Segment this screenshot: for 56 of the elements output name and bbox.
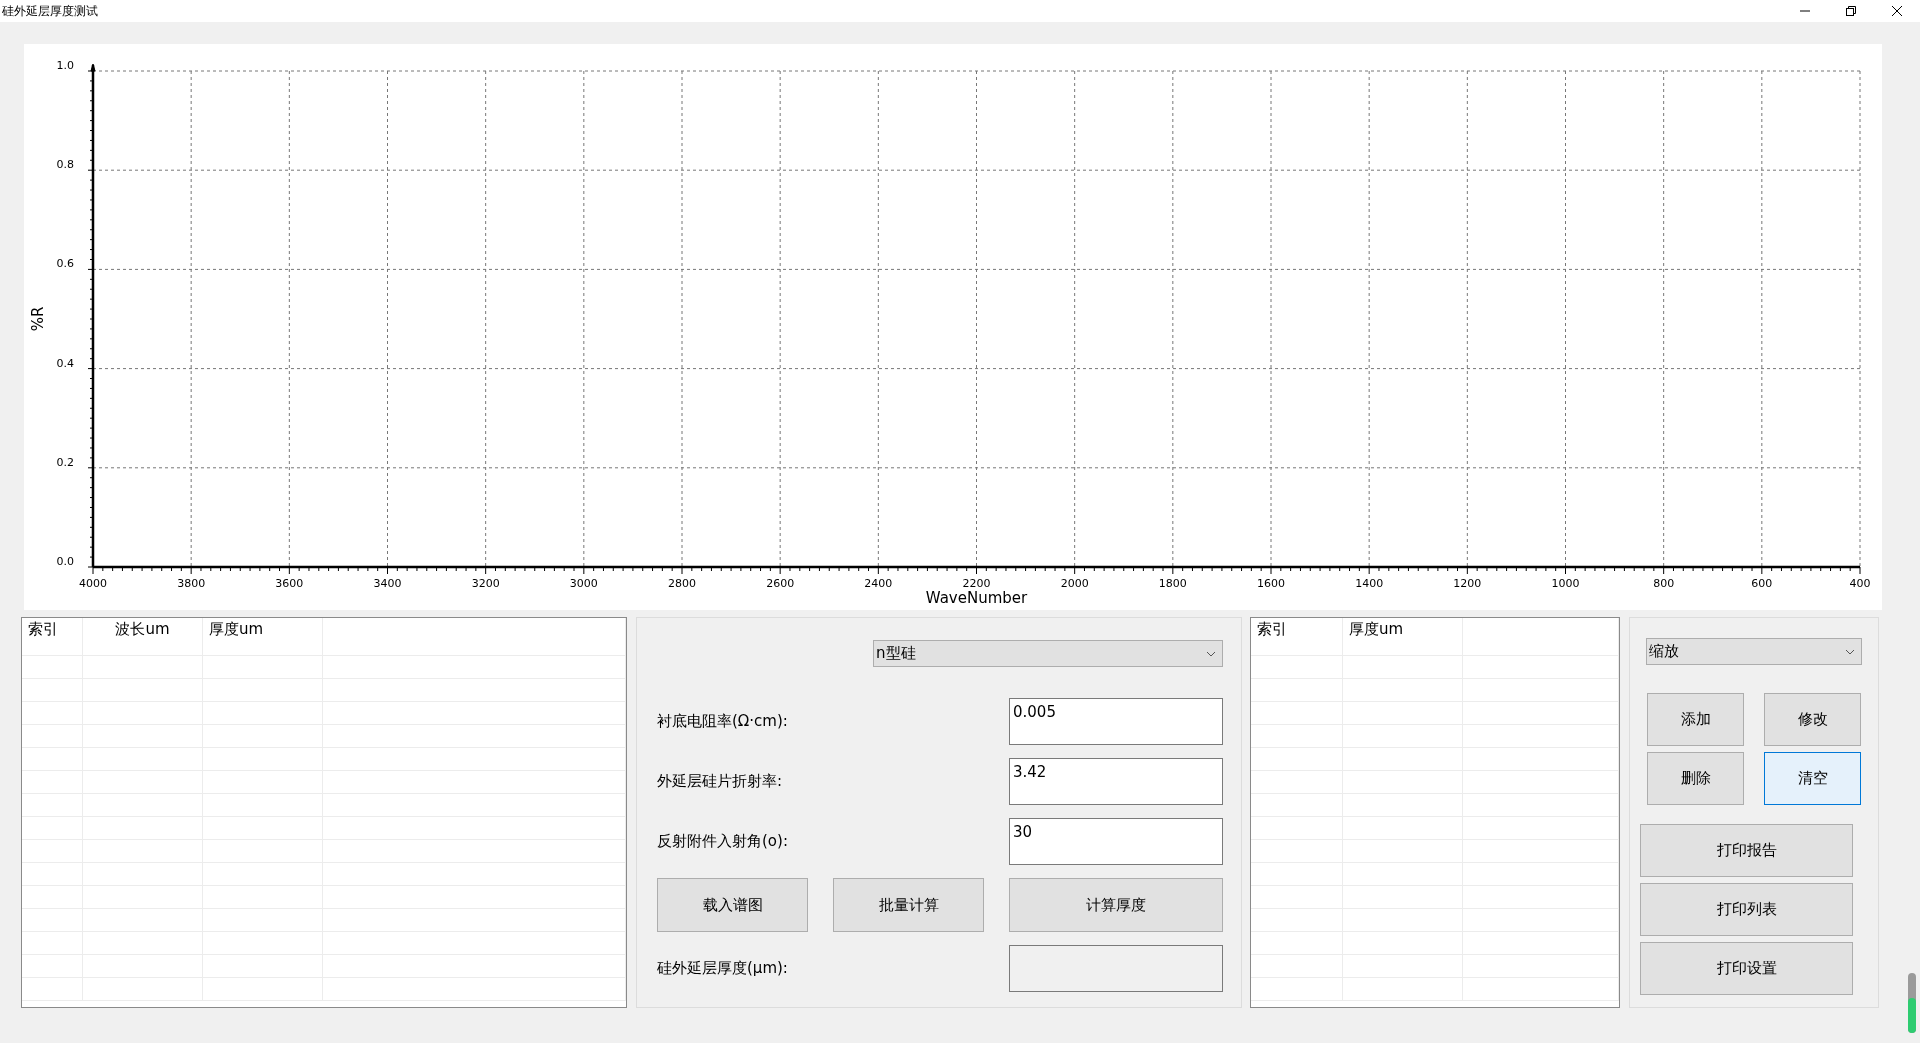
y-tick-label: 1.0: [56, 59, 74, 72]
x-tick-label: 1400: [1355, 577, 1384, 590]
restore-icon: [1846, 6, 1856, 16]
y-tick-label: 0.4: [56, 356, 74, 370]
action-button[interactable]: 删除: [1647, 752, 1744, 805]
result-field[interactable]: [1009, 945, 1223, 992]
action-button[interactable]: 计算厚度: [1009, 878, 1223, 932]
input-field[interactable]: 30: [1009, 818, 1223, 865]
column-header[interactable]: 索引: [1251, 618, 1343, 655]
action-button[interactable]: 修改: [1764, 693, 1861, 746]
field-label: 外延层硅片折射率:: [657, 772, 784, 791]
y-tick-label: 0.2: [56, 455, 74, 469]
column-header[interactable]: 索引: [22, 618, 83, 655]
x-tick-label: 3200: [471, 577, 500, 590]
x-tick-label: 3800: [177, 577, 206, 590]
action-button[interactable]: 添加: [1647, 693, 1744, 746]
column-header[interactable]: 厚度um: [203, 618, 323, 655]
input-field[interactable]: 3.42: [1009, 758, 1223, 805]
print-button[interactable]: 打印设置: [1640, 942, 1853, 995]
action-button[interactable]: 清空: [1764, 752, 1861, 805]
x-tick-label: 3400: [373, 577, 402, 590]
level-gauge-icon: [1908, 973, 1916, 1033]
x-tick-label: 2800: [668, 577, 696, 590]
field-label: 反射附件入射角(o):: [657, 832, 789, 851]
action-button[interactable]: 批量计算: [833, 878, 984, 932]
x-tick-label: 1800: [1158, 577, 1187, 590]
x-tick-label: 1000: [1551, 577, 1580, 590]
x-tick-label: 400: [1849, 577, 1871, 590]
print-button[interactable]: 打印列表: [1640, 883, 1853, 936]
y-tick-label: 0.0: [56, 555, 74, 568]
x-tick-label: 2000: [1060, 577, 1089, 590]
x-tick-label: 800: [1653, 577, 1675, 590]
y-tick-label: 0.6: [56, 257, 74, 271]
x-tick-label: 2600: [766, 577, 795, 590]
x-tick-label: 3600: [275, 577, 304, 590]
x-tick-label: 600: [1751, 577, 1773, 590]
x-tick-label: 2400: [864, 577, 893, 590]
close-icon: [1892, 6, 1902, 16]
window-title: 硅外延层厚度测试: [2, 2, 98, 20]
y-tick-label: 0.8: [56, 158, 74, 172]
x-tick-label: 4000: [79, 577, 107, 590]
x-tick-label: 1200: [1453, 577, 1482, 590]
input-field[interactable]: 0.005: [1009, 698, 1223, 745]
mode-dropdown[interactable]: 缩放: [1646, 638, 1862, 665]
x-tick-label: 2200: [962, 577, 991, 590]
x-axis-title: WaveNumber: [925, 589, 1028, 607]
print-button[interactable]: 打印报告: [1640, 824, 1853, 877]
field-label: 衬底电阻率(Ω·cm):: [657, 712, 789, 731]
column-header[interactable]: 波长um: [83, 618, 203, 655]
material-dropdown[interactable]: n型硅: [873, 640, 1223, 667]
action-button[interactable]: 载入谱图: [657, 878, 808, 932]
x-tick-label: 3000: [569, 577, 598, 590]
y-axis-title: %R: [29, 306, 47, 332]
column-header[interactable]: 厚度um: [1343, 618, 1463, 655]
field-label: 硅外延层厚度(μm):: [657, 959, 789, 978]
x-tick-label: 1600: [1257, 577, 1285, 590]
